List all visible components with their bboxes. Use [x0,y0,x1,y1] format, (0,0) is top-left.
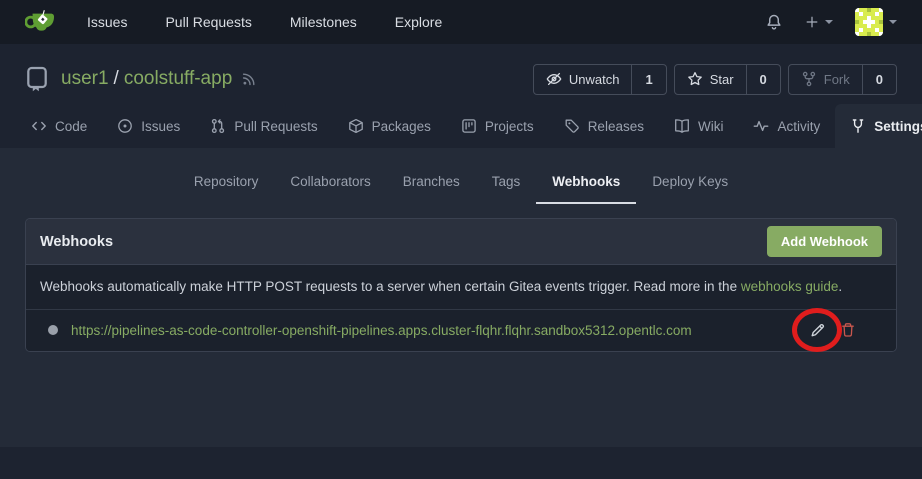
tab-label: Packages [371,118,431,134]
topnav-right [765,8,897,36]
subtab-deploy-keys[interactable]: Deploy Keys [636,170,744,204]
star-label: Star [709,71,734,87]
topnav-item-pull-requests[interactable]: Pull Requests [165,14,251,30]
repo-breadcrumb: user1 / coolstuff-app [61,68,232,90]
eye-slash-icon [546,72,562,86]
repo-title-row: user1 / coolstuff-app Unwatch 1 Star 0 F… [0,44,922,96]
webhooks-panel-header: Webhooks Add Webhook [26,219,896,265]
tools-icon [852,119,864,133]
repo-owner-link[interactable]: user1 [61,68,109,90]
description-text: Webhooks automatically make HTTP POST re… [40,279,741,294]
fork-button-group: Fork 0 [787,63,897,95]
gitea-app: Issues Pull Requests Milestones Explore [0,0,922,479]
topnav-item-issues[interactable]: Issues [87,14,127,30]
topnav-links: Issues Pull Requests Milestones Explore [87,14,442,30]
webhook-status-dot [48,325,58,336]
tab-label: Releases [587,118,644,134]
edit-webhook-button[interactable] [792,308,842,353]
code-icon [32,121,46,131]
tab-releases[interactable]: Releases [549,104,659,148]
user-menu-dropdown[interactable] [855,8,897,36]
watch-button-group: Unwatch 1 [532,63,667,95]
tab-label: Pull Requests [234,118,318,134]
notifications-button[interactable] [765,13,783,31]
topnav-item-explore[interactable]: Explore [395,14,442,30]
tab-projects[interactable]: Projects [446,104,549,148]
topnav-item-milestones[interactable]: Milestones [290,14,357,30]
wiki-book-icon [675,119,689,133]
breadcrumb-separator: / [113,68,119,89]
tab-label: Projects [484,118,534,134]
project-icon [462,119,476,133]
subtab-branches[interactable]: Branches [387,170,476,204]
tab-issues[interactable]: Issues [102,104,195,148]
tab-settings[interactable]: Settings [835,104,922,148]
caret-down-icon [889,20,897,24]
star-icon [687,72,702,86]
tab-label: Wiki [697,118,724,134]
stars-count[interactable]: 0 [745,64,780,94]
footer-strip [0,447,922,479]
package-icon [348,118,363,134]
settings-subtabs: Repository Collaborators Branches Tags W… [0,148,922,204]
fork-icon [802,71,815,87]
tab-label: Activity [777,118,821,134]
avatar [855,8,883,36]
tab-code[interactable]: Code [16,104,102,148]
star-button[interactable]: Star [675,65,746,94]
repo-book-icon [25,66,49,92]
pull-request-icon [212,118,225,134]
tab-label: Issues [141,118,181,134]
activity-icon [754,120,769,132]
fork-label: Fork [823,71,850,87]
gitea-logo-icon[interactable] [25,7,57,37]
webhook-row: https://pipelines-as-code-controller-ope… [26,308,896,353]
settings-content: Repository Collaborators Branches Tags W… [0,148,922,447]
description-suffix: . [838,279,843,294]
delete-webhook-button[interactable] [840,322,856,338]
star-button-group: Star 0 [673,63,781,95]
subtab-repository[interactable]: Repository [178,170,275,204]
tab-wiki[interactable]: Wiki [659,104,739,148]
tag-icon [565,119,579,133]
tab-label: Settings [874,118,922,134]
webhooks-panel: Webhooks Add Webhook Webhooks automatica… [25,218,897,353]
rss-icon[interactable] [241,71,257,87]
repo-tabs: Code Issues Pull Requests Packages Proje… [0,104,922,148]
create-new-dropdown[interactable] [805,15,833,29]
add-webhook-button[interactable]: Add Webhook [766,226,882,257]
issue-icon [118,119,133,133]
webhooks-description: Webhooks automatically make HTTP POST re… [26,265,896,309]
forks-count[interactable]: 0 [861,64,896,94]
subtab-collaborators[interactable]: Collaborators [274,170,386,204]
webhook-row-actions [792,308,882,353]
pencil-icon [810,323,824,336]
repo-header-section: user1 / coolstuff-app Unwatch 1 Star 0 F… [0,44,922,148]
fork-button[interactable]: Fork [789,65,862,94]
tab-label: Code [55,118,88,134]
plus-icon [806,16,818,28]
unwatch-button[interactable]: Unwatch [534,65,632,94]
webhook-url-link[interactable]: https://pipelines-as-code-controller-ope… [71,323,692,338]
webhooks-guide-link[interactable]: webhooks guide [741,279,839,294]
caret-down-icon [825,20,833,24]
watchers-count[interactable]: 1 [631,64,665,94]
tab-packages[interactable]: Packages [333,104,446,148]
repo-actions: Unwatch 1 Star 0 Fork 0 [532,63,897,95]
tab-pull-requests[interactable]: Pull Requests [195,104,332,148]
tab-activity[interactable]: Activity [738,104,835,148]
trash-icon [842,323,854,337]
repo-name-link[interactable]: coolstuff-app [124,68,232,90]
bell-icon [767,14,781,30]
panel-title: Webhooks [40,233,114,250]
top-navbar: Issues Pull Requests Milestones Explore [0,0,922,44]
subtab-tags[interactable]: Tags [476,170,537,204]
subtab-webhooks[interactable]: Webhooks [536,170,637,204]
unwatch-label: Unwatch [568,71,620,87]
